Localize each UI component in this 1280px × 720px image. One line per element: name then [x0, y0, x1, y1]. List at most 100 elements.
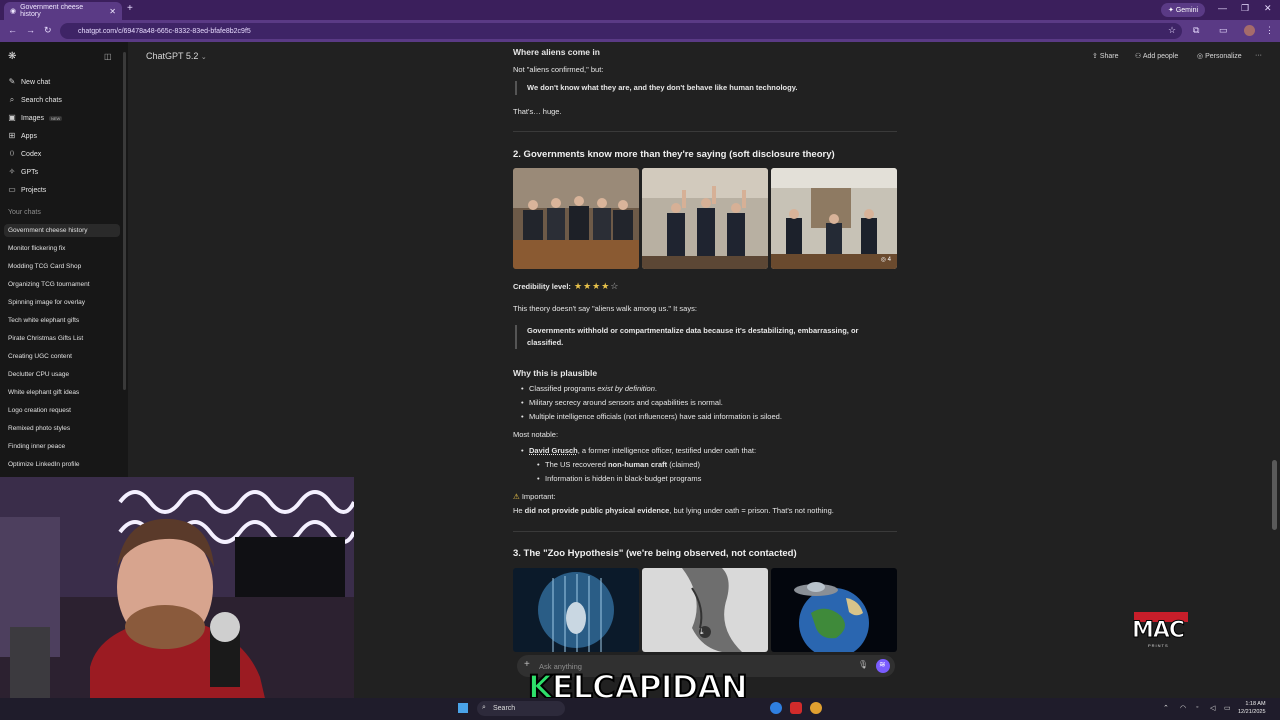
zoo-photo-cage[interactable] — [513, 568, 639, 652]
bullet-emphasis: exist by definition — [597, 384, 655, 393]
sidebar-item-label: New chat — [21, 78, 51, 86]
browser-tab-bar — [0, 0, 1280, 20]
grusch-link[interactable]: David Grusch — [529, 446, 578, 455]
chat-item[interactable]: Declutter CPU usage — [8, 371, 69, 378]
chat-item[interactable]: Optimize LinkedIn profile — [8, 461, 80, 468]
download-icon[interactable]: ⤓ — [700, 627, 704, 637]
taskbar — [0, 698, 1280, 720]
important-line: ⚠ Important: — [513, 492, 556, 501]
add-people-button[interactable]: ⚇ Add people — [1135, 52, 1178, 60]
openai-logo-icon[interactable]: ❋ — [8, 51, 16, 62]
taskbar-clock[interactable]: 1:18 AM 12/21/2025 — [1238, 700, 1266, 716]
chat-item[interactable]: Spinning image for overlay — [8, 299, 85, 306]
zoo-photo-earth[interactable] — [771, 568, 897, 652]
zoo-photo-creature[interactable]: ⤓ — [642, 568, 768, 652]
sidebar-item-gpts[interactable]: ✧ GPTs — [8, 168, 38, 176]
important-text-part: , but lying under oath = prison. That's … — [669, 506, 834, 515]
bullet-text: . — [654, 384, 657, 393]
divider — [513, 131, 897, 132]
chat-item[interactable]: Remixed photo styles — [8, 425, 70, 432]
chat-item[interactable]: Logo creation request — [8, 407, 71, 414]
bookmark-star-icon[interactable]: ☆ — [1168, 25, 1176, 36]
close-window-button[interactable]: ✕ — [1264, 3, 1272, 14]
taskbar-app-opera[interactable] — [790, 702, 802, 714]
important-label: Important: — [521, 492, 556, 501]
menu-icon[interactable]: ⋮ — [1265, 25, 1274, 36]
divider — [513, 531, 897, 532]
model-selector[interactable]: ChatGPT 5.2 ⌄ — [146, 51, 207, 61]
voice-mode-button[interactable]: ≋ — [876, 659, 890, 673]
minimize-button[interactable]: — — [1218, 3, 1227, 13]
sidebar-item-new-chat[interactable]: ✎ New chat — [8, 78, 51, 86]
chat-item[interactable]: Organizing TCG tournament — [8, 281, 90, 288]
tab-favicon-icon: ◉ — [10, 8, 17, 15]
share-icon: ⇪ — [1092, 53, 1098, 60]
more-options-icon[interactable]: ··· — [1255, 52, 1262, 59]
chat-item[interactable]: White elephant gift ideas — [8, 389, 79, 396]
back-icon[interactable]: ← — [8, 25, 17, 35]
person-icon: ⚇ — [1135, 53, 1142, 60]
taskbar-app-chrome[interactable] — [770, 702, 782, 714]
wifi-icon[interactable]: ◠ — [1180, 704, 1186, 712]
bullet-text: (claimed) — [667, 460, 701, 469]
star-filled-icon: ★ — [583, 281, 593, 291]
most-notable: Most notable: — [513, 430, 559, 439]
personalize-icon: ◎ — [1197, 53, 1204, 60]
huge-text: That's… huge. — [513, 107, 562, 116]
browser-tab[interactable]: ◉ Government cheese history ✕ — [4, 2, 122, 20]
sidebar-scrollbar[interactable] — [123, 52, 126, 390]
sidebar-item-images[interactable]: ▣ Images NEW — [8, 114, 63, 122]
image-count: 4 — [887, 257, 891, 263]
list-item: Information is hidden in black-budget pr… — [537, 474, 701, 483]
url-field[interactable]: chatgpt.com/c/69478a48-665c-8332-83ed-bf… — [60, 23, 1182, 39]
tab-close-icon[interactable]: ✕ — [109, 7, 116, 16]
chat-item[interactable]: Creating UGC content — [8, 353, 72, 360]
section3-title: 3. The "Zoo Hypothesis" (we're being obs… — [513, 548, 797, 559]
zoo-photo-cage-art — [513, 568, 639, 652]
hearing-photo-1[interactable] — [513, 168, 639, 269]
chevron-down-icon: ⌄ — [200, 54, 207, 61]
extensions-icon[interactable]: ⧉ — [1193, 25, 1199, 36]
windows-start-icon[interactable] — [458, 703, 468, 713]
clock-time: 1:18 AM — [1245, 701, 1266, 707]
sidebar-item-codex[interactable]: ⟨⟩ Codex — [8, 150, 42, 158]
forward-icon[interactable]: → — [26, 25, 35, 35]
profile-avatar[interactable] — [1244, 25, 1255, 36]
reload-icon[interactable]: ↻ — [44, 25, 52, 36]
tray-chevron-icon[interactable]: ⌃ — [1163, 704, 1169, 712]
list-item: Military secrecy around sensors and capa… — [521, 398, 723, 407]
toggle-sidebar-icon[interactable]: ◫ — [104, 52, 112, 61]
sidebar-item-label: Apps — [21, 132, 37, 140]
chat-item[interactable]: Pirate Christmas Gifts List — [8, 335, 83, 342]
battery-icon[interactable]: ▭ — [1224, 704, 1231, 712]
taskbar-app-browser[interactable] — [810, 702, 822, 714]
microphone-icon[interactable]: 🎙︎ — [858, 660, 868, 669]
volume-icon[interactable]: ◁ — [1210, 704, 1215, 712]
share-button[interactable]: ⇪ Share — [1092, 52, 1119, 60]
sidebar-item-projects[interactable]: ▭ Projects — [8, 186, 46, 194]
sidebar-item-search-chats[interactable]: ⌕ Search chats — [8, 96, 62, 104]
maximize-button[interactable]: ❐ — [1241, 3, 1249, 14]
new-tab-button[interactable]: + — [127, 3, 133, 14]
chat-item[interactable]: Modding TCG Card Shop — [8, 263, 81, 270]
chat-item[interactable]: Monitor flickering fix — [8, 245, 65, 252]
cast-icon[interactable]: ▭ — [1219, 25, 1228, 36]
sidebar-item-apps[interactable]: ⊞ Apps — [8, 132, 37, 140]
webcam-feed — [0, 477, 354, 720]
bullet-text: The US recovered — [545, 460, 608, 469]
hearing-photo-2[interactable] — [642, 168, 768, 269]
mic-tray-icon[interactable]: ◦ — [1196, 704, 1198, 711]
section2-title: 2. Governments know more than they're sa… — [513, 149, 835, 160]
content-scrollbar[interactable] — [1272, 460, 1277, 530]
gpts-icon: ✧ — [8, 167, 16, 176]
star-filled-icon: ★ — [574, 281, 584, 291]
personalize-button[interactable]: ◎ Personalize — [1197, 52, 1242, 60]
hearing-photo-3[interactable]: ◎ 4 — [771, 168, 897, 269]
taskbar-search[interactable]: ⌕ Search — [477, 701, 565, 716]
zoo-photo-creature-art — [642, 568, 768, 652]
chat-item[interactable]: Finding inner peace — [8, 443, 65, 450]
chat-item[interactable]: Tech white elephant gifts — [8, 317, 79, 324]
gemini-button[interactable]: ✦ Gemini — [1161, 3, 1205, 17]
chat-item[interactable]: Government cheese history — [8, 227, 87, 234]
credibility-label: Credibility level: — [513, 282, 571, 291]
